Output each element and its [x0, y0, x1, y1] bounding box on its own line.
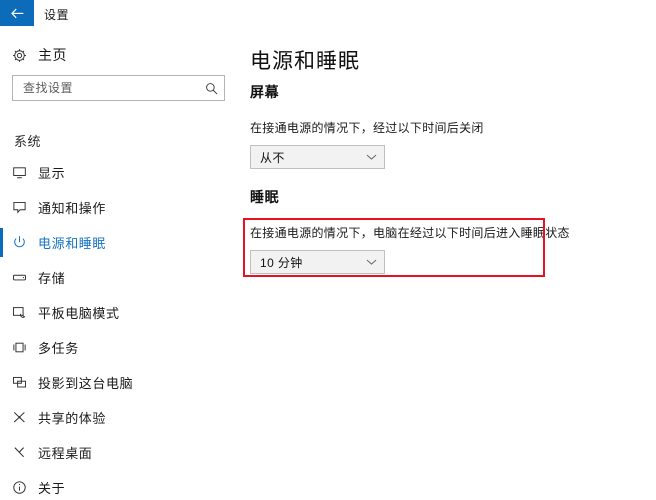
sidebar-item-label: 存储 — [38, 271, 66, 286]
sidebar-item-storage[interactable]: 存储 — [0, 260, 240, 295]
section-screen-title: 屏幕 — [250, 84, 280, 100]
sidebar-item-remote-desktop[interactable]: 远程桌面 — [0, 435, 240, 470]
sleep-timeout-dropdown[interactable]: 10 分钟 — [250, 250, 385, 274]
section-sleep-title: 睡眠 — [250, 189, 280, 205]
selection-accent-bar — [0, 263, 3, 292]
selection-accent-bar — [0, 228, 3, 257]
sidebar-item-power-sleep[interactable]: 电源和睡眠 — [0, 225, 240, 260]
selection-accent-bar — [0, 193, 3, 222]
chevron-down-icon — [358, 258, 384, 266]
search-box[interactable] — [12, 75, 225, 101]
gear-icon — [0, 48, 38, 63]
sidebar-item-about[interactable]: 关于 — [0, 470, 240, 500]
sidebar-nav-list: 显示 通知和操作 电源和睡眠 存储 平板电脑模式 多任务 投影到这台电脑 共享的… — [0, 155, 240, 500]
sidebar-item-tablet-mode[interactable]: 平板电脑模式 — [0, 295, 240, 330]
remote-desktop-icon — [0, 445, 38, 460]
info-icon — [0, 480, 38, 495]
section-sleep: 睡眠 在接通电源的情况下，电脑在经过以下时间后进入睡眠状态 10 分钟 — [250, 187, 650, 274]
section-screen-description: 在接通电源的情况下，经过以下时间后关闭 — [250, 121, 484, 135]
selection-accent-bar — [0, 473, 3, 500]
section-sleep-description: 在接通电源的情况下，电脑在经过以下时间后进入睡眠状态 — [250, 226, 570, 240]
search-input[interactable] — [13, 81, 198, 95]
multitasking-icon — [0, 340, 38, 355]
selection-accent-bar — [0, 403, 3, 432]
screen-timeout-dropdown[interactable]: 从不 — [250, 145, 385, 169]
selection-accent-bar — [0, 158, 3, 187]
sidebar-item-home-label: 主页 — [38, 47, 67, 63]
power-icon — [0, 235, 38, 250]
chevron-down-icon — [358, 153, 384, 161]
selection-accent-bar — [0, 438, 3, 467]
screen-timeout-value: 从不 — [260, 150, 285, 165]
sleep-timeout-value: 10 分钟 — [260, 255, 303, 270]
sidebar-item-notifications[interactable]: 通知和操作 — [0, 190, 240, 225]
sidebar-item-label: 关于 — [38, 481, 66, 496]
title-bar: 设置 — [0, 0, 656, 27]
sidebar-item-label: 远程桌面 — [38, 446, 93, 461]
project-icon — [0, 375, 38, 390]
sidebar-item-label: 显示 — [38, 166, 66, 181]
selection-accent-bar — [0, 298, 3, 327]
sidebar-item-label: 通知和操作 — [38, 201, 107, 216]
storage-icon — [0, 270, 38, 285]
section-screen: 屏幕 在接通电源的情况下，经过以下时间后关闭 从不 — [250, 82, 650, 169]
tablet-mode-icon — [0, 305, 38, 320]
notification-icon — [0, 200, 38, 215]
sidebar-item-multitasking[interactable]: 多任务 — [0, 330, 240, 365]
sidebar-group-header: 系统 — [14, 134, 42, 149]
main-content: 电源和睡眠 屏幕 在接通电源的情况下，经过以下时间后关闭 从不 睡眠 在接通电源… — [240, 27, 656, 500]
sidebar: 主页 系统 显示 — [0, 27, 240, 500]
shared-experience-icon — [0, 410, 38, 425]
search-icon[interactable] — [198, 82, 224, 95]
selection-accent-bar — [0, 333, 3, 362]
monitor-icon — [0, 165, 38, 180]
back-button[interactable] — [0, 0, 34, 26]
sidebar-item-project[interactable]: 投影到这台电脑 — [0, 365, 240, 400]
arrow-left-icon — [10, 8, 24, 19]
app-title: 设置 — [44, 8, 70, 22]
sidebar-item-display[interactable]: 显示 — [0, 155, 240, 190]
selection-accent-bar — [0, 368, 3, 397]
sidebar-item-shared-experiences[interactable]: 共享的体验 — [0, 400, 240, 435]
sidebar-item-label: 平板电脑模式 — [38, 306, 120, 321]
sidebar-item-label: 共享的体验 — [38, 411, 107, 426]
page-title: 电源和睡眠 — [250, 50, 360, 73]
sidebar-item-label: 投影到这台电脑 — [38, 376, 134, 391]
sidebar-item-label: 多任务 — [38, 341, 79, 356]
sidebar-item-label: 电源和睡眠 — [38, 236, 107, 251]
sidebar-item-home[interactable]: 主页 — [0, 41, 224, 69]
